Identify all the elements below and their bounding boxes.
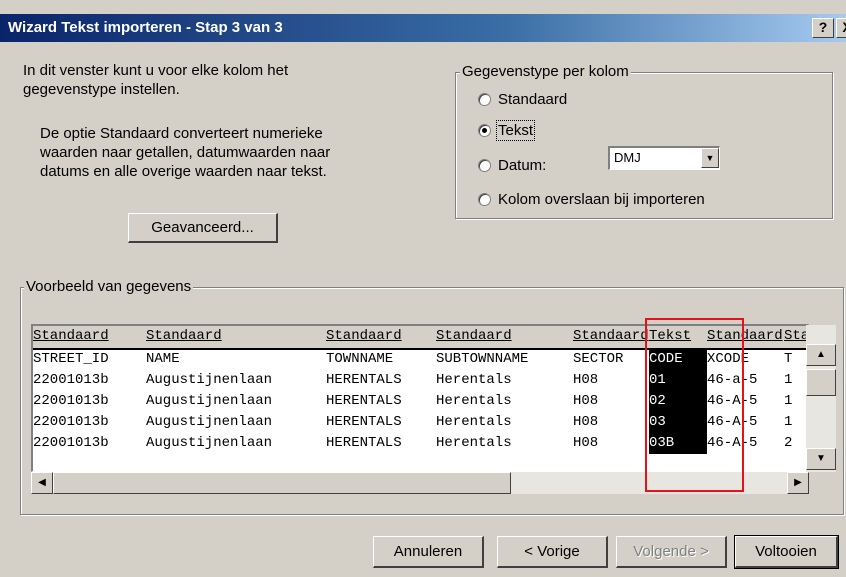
table-cell[interactable]: 22001013b <box>33 391 146 412</box>
table-cell[interactable]: HERENTALS <box>326 370 436 391</box>
table-cell[interactable]: HERENTALS <box>326 433 436 454</box>
next-button-label: Volgende > <box>633 543 709 560</box>
table-cell[interactable]: 22001013b <box>33 370 146 391</box>
back-button[interactable]: < Vorige <box>497 536 608 568</box>
scroll-up-icon[interactable]: ▲ <box>806 344 836 366</box>
column-type-group-label: Gegevenstype per kolom <box>460 63 631 81</box>
finish-button[interactable]: Voltooien <box>734 535 839 569</box>
scroll-down-icon[interactable]: ▼ <box>806 448 836 470</box>
column-header[interactable]: Standaard <box>573 326 649 348</box>
table-cell[interactable]: Augustijnenlaan <box>146 412 326 433</box>
table-cell[interactable]: TOWNNAME <box>326 349 436 370</box>
column-header[interactable]: Standaard <box>33 326 146 348</box>
column-header[interactable]: Standaard <box>326 326 436 348</box>
column-header[interactable]: Standaard <box>436 326 573 348</box>
table-cell[interactable]: H08 <box>573 433 649 454</box>
column-header[interactable]: Standaard <box>146 326 326 348</box>
scroll-right-icon[interactable]: ▶ <box>787 472 809 494</box>
close-button[interactable]: X <box>836 18 846 38</box>
table-cell[interactable]: Herentals <box>436 412 573 433</box>
radio-datum-button[interactable] <box>478 158 491 172</box>
window-title: Wizard Tekst importeren - Stap 3 van 3 <box>8 19 283 36</box>
vertical-scroll-thumb[interactable] <box>806 369 836 396</box>
horizontal-scroll-thumb[interactable] <box>53 472 511 494</box>
radio-tekst-label: Tekst <box>495 119 536 141</box>
date-format-value: DMJ <box>614 150 641 165</box>
chevron-down-icon[interactable]: ▼ <box>701 148 719 168</box>
radio-skip-column-button[interactable] <box>478 192 491 206</box>
table-cell[interactable]: H08 <box>573 391 649 412</box>
advanced-button-label: Geavanceerd... <box>151 219 254 236</box>
highlight-annotation <box>645 318 744 492</box>
description-line-3: datums en alle overige waarden naar teks… <box>40 163 327 180</box>
table-cell[interactable]: Augustijnenlaan <box>146 433 326 454</box>
radio-standaard-button[interactable] <box>478 92 491 106</box>
table-cell[interactable]: HERENTALS <box>326 412 436 433</box>
table-cell[interactable]: HERENTALS <box>326 391 436 412</box>
description-line-1: De optie Standaard converteert numerieke <box>40 125 323 142</box>
radio-standaard[interactable]: Standaard <box>478 89 567 109</box>
table-cell[interactable]: SECTOR <box>573 349 649 370</box>
next-button[interactable]: Volgende > <box>616 536 727 568</box>
table-cell[interactable]: 22001013b <box>33 433 146 454</box>
preview-vertical-scrollbar[interactable]: ▲ ▼ <box>806 325 836 472</box>
description-line-2: waarden naar getallen, datumwaarden naar <box>40 144 331 161</box>
help-button[interactable]: ? <box>812 18 834 38</box>
radio-datum[interactable]: Datum: <box>478 155 546 175</box>
cancel-button[interactable]: Annuleren <box>373 536 484 568</box>
title-bar: Wizard Tekst importeren - Stap 3 van 3 ?… <box>0 14 846 42</box>
radio-datum-label: Datum: <box>498 156 547 174</box>
radio-skip-column-label: Kolom overslaan bij importeren <box>498 190 705 208</box>
back-button-label: < Vorige <box>524 543 580 560</box>
radio-skip-column[interactable]: Kolom overslaan bij importeren <box>478 189 705 209</box>
radio-selected-dot <box>482 127 487 133</box>
table-cell[interactable]: NAME <box>146 349 326 370</box>
radio-tekst[interactable]: Tekst <box>478 119 536 141</box>
table-cell[interactable]: Augustijnenlaan <box>146 370 326 391</box>
table-cell[interactable]: Herentals <box>436 370 573 391</box>
advanced-button[interactable]: Geavanceerd... <box>128 213 278 243</box>
date-format-select[interactable]: DMJ ▼ <box>608 146 720 170</box>
table-cell[interactable]: SUBTOWNNAME <box>436 349 573 370</box>
scroll-left-icon[interactable]: ◀ <box>31 472 53 494</box>
finish-button-label: Voltooien <box>755 543 817 560</box>
table-cell[interactable]: Herentals <box>436 433 573 454</box>
table-cell[interactable]: Herentals <box>436 391 573 412</box>
preview-group-label: Voorbeeld van gegevens <box>24 278 194 296</box>
intro-line-2: gegevenstype instellen. <box>23 81 180 98</box>
table-cell[interactable]: STREET_ID <box>33 349 146 370</box>
radio-tekst-button[interactable] <box>478 123 491 137</box>
table-cell[interactable]: H08 <box>573 370 649 391</box>
table-cell[interactable]: H08 <box>573 412 649 433</box>
radio-standaard-label: Standaard <box>498 90 568 108</box>
table-cell[interactable]: 22001013b <box>33 412 146 433</box>
table-cell[interactable]: Augustijnenlaan <box>146 391 326 412</box>
intro-line-1: In dit venster kunt u voor elke kolom he… <box>23 62 289 79</box>
cancel-button-label: Annuleren <box>393 543 463 560</box>
